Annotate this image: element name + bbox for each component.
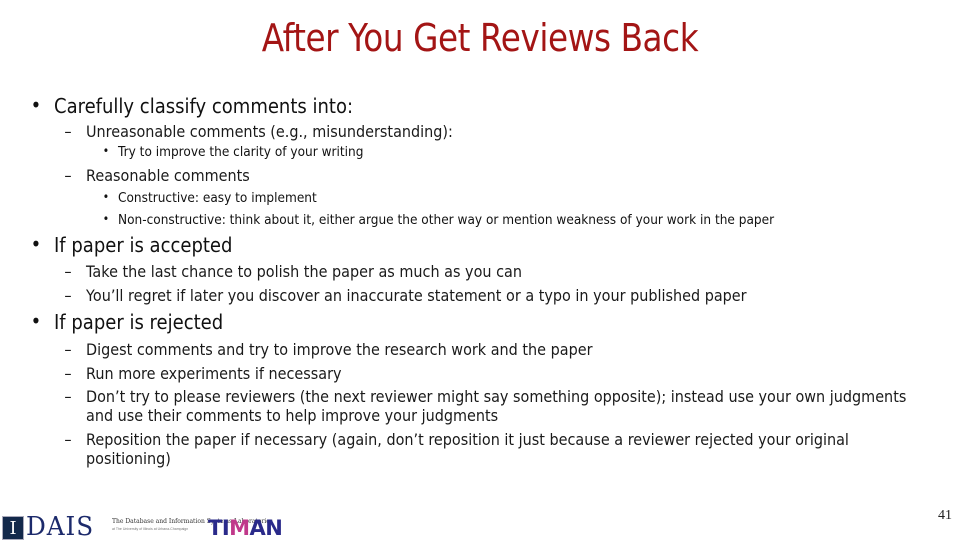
bullet-level2: – Reasonable comments [64, 166, 250, 185]
bullet-text: Carefully classify comments into: [54, 94, 354, 118]
timan-logo-m: M [229, 516, 250, 540]
bullet-level1: • If paper is accepted [31, 232, 233, 257]
bullet-marker: • [102, 144, 110, 158]
bullet-marker: • [102, 190, 110, 204]
bullet-text: Unreasonable comments (e.g., misundersta… [86, 122, 453, 141]
bullet-marker: • [30, 232, 42, 256]
dais-logo-subtitle2: at The University of Illinois at Urbana-… [112, 527, 189, 531]
dash-marker: – [64, 387, 72, 406]
bullet-text: Reposition the paper if necessary (again… [86, 430, 849, 468]
bullet-level2: – Unreasonable comments (e.g., misunders… [64, 122, 453, 141]
bullet-level2: – Reposition the paper if necessary (aga… [64, 430, 914, 468]
dash-marker: – [64, 430, 72, 449]
bullet-level2: – Digest comments and try to improve the… [64, 340, 593, 359]
bullet-level2: – Take the last chance to polish the pap… [64, 262, 522, 281]
bullet-text: Constructive: easy to implement [118, 190, 317, 206]
dash-marker: – [64, 286, 72, 305]
bullet-text: Try to improve the clarity of your writi… [118, 144, 364, 160]
dash-marker: – [64, 166, 72, 185]
dash-marker: – [64, 364, 72, 383]
bullet-text: Non-constructive: think about it, either… [118, 212, 775, 228]
uiuc-logo-icon: I [2, 516, 24, 540]
timan-logo: TIMAN [208, 516, 283, 540]
bullet-level3: • Non-constructive: think about it, eith… [103, 212, 775, 228]
page-number: 41 [938, 508, 952, 523]
dais-logo: DAIS [26, 512, 95, 542]
bullet-text: Don’t try to please reviewers (the next … [86, 387, 907, 425]
bullet-text: Digest comments and try to improve the r… [86, 340, 593, 359]
bullet-level2: – You’ll regret if later you discover an… [64, 286, 747, 305]
dash-marker: – [64, 122, 72, 141]
bullet-level2: – Don’t try to please reviewers (the nex… [64, 387, 914, 425]
slide-title: After You Get Reviews Back [261, 16, 699, 60]
bullet-marker: • [30, 309, 42, 333]
bullet-level3: • Constructive: easy to implement [103, 190, 317, 206]
dash-marker: – [64, 262, 72, 281]
bullet-text: Run more experiments if necessary [86, 364, 342, 383]
timan-logo-suffix: AN [249, 516, 283, 540]
bullet-text: Take the last chance to polish the paper… [86, 262, 522, 281]
bullet-marker: • [102, 212, 110, 226]
dash-marker: – [64, 340, 72, 359]
bullet-level1: • Carefully classify comments into: [31, 93, 354, 118]
bullet-text: You’ll regret if later you discover an i… [86, 286, 747, 305]
bullet-level1: • If paper is rejected [31, 309, 224, 334]
timan-logo-prefix: TI [208, 516, 230, 540]
bullet-text: Reasonable comments [86, 166, 250, 185]
bullet-level2: – Run more experiments if necessary [64, 364, 342, 383]
bullet-text: If paper is accepted [54, 233, 233, 257]
bullet-level3: • Try to improve the clarity of your wri… [103, 144, 364, 160]
bullet-marker: • [30, 93, 42, 117]
bullet-text: If paper is rejected [54, 310, 224, 334]
